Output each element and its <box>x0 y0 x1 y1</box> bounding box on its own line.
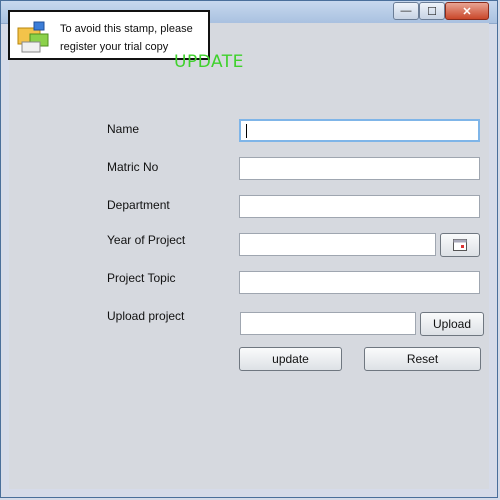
matric-no-label: Matric No <box>107 160 159 174</box>
upload-button[interactable]: Upload <box>420 312 484 336</box>
minimize-button[interactable]: — <box>393 2 419 20</box>
name-label: Name <box>107 122 140 136</box>
text-caret <box>246 124 247 138</box>
reset-button[interactable]: Reset <box>364 347 481 371</box>
stamp-line-1: To avoid this stamp, please <box>60 23 193 35</box>
year-of-project-input[interactable] <box>239 233 436 256</box>
department-input[interactable] <box>239 195 480 218</box>
client-area <box>9 23 489 489</box>
upload-project-input[interactable] <box>240 312 416 335</box>
department-label: Department <box>107 198 170 212</box>
year-of-project-label: Year of Project <box>107 233 186 247</box>
calendar-icon <box>453 239 467 251</box>
close-icon: ✕ <box>462 5 472 18</box>
date-picker-button[interactable] <box>440 233 480 257</box>
update-button[interactable]: update <box>239 347 342 371</box>
maximize-icon: ☐ <box>427 5 437 18</box>
page-title: UPDATE <box>174 52 244 72</box>
window-stamp-icon <box>17 21 49 53</box>
upload-project-label: Upload project <box>107 309 185 323</box>
stamp-line-2: register your trial copy <box>60 41 169 53</box>
minimize-icon: — <box>400 5 412 17</box>
name-input[interactable] <box>239 119 480 142</box>
stamp-text: To avoid this stamp, please register you… <box>60 20 193 56</box>
project-topic-input[interactable] <box>239 271 480 294</box>
project-topic-label: Project Topic <box>107 271 176 285</box>
maximize-button[interactable]: ☐ <box>419 2 445 20</box>
matric-no-input[interactable] <box>239 157 480 180</box>
close-button[interactable]: ✕ <box>445 2 489 20</box>
